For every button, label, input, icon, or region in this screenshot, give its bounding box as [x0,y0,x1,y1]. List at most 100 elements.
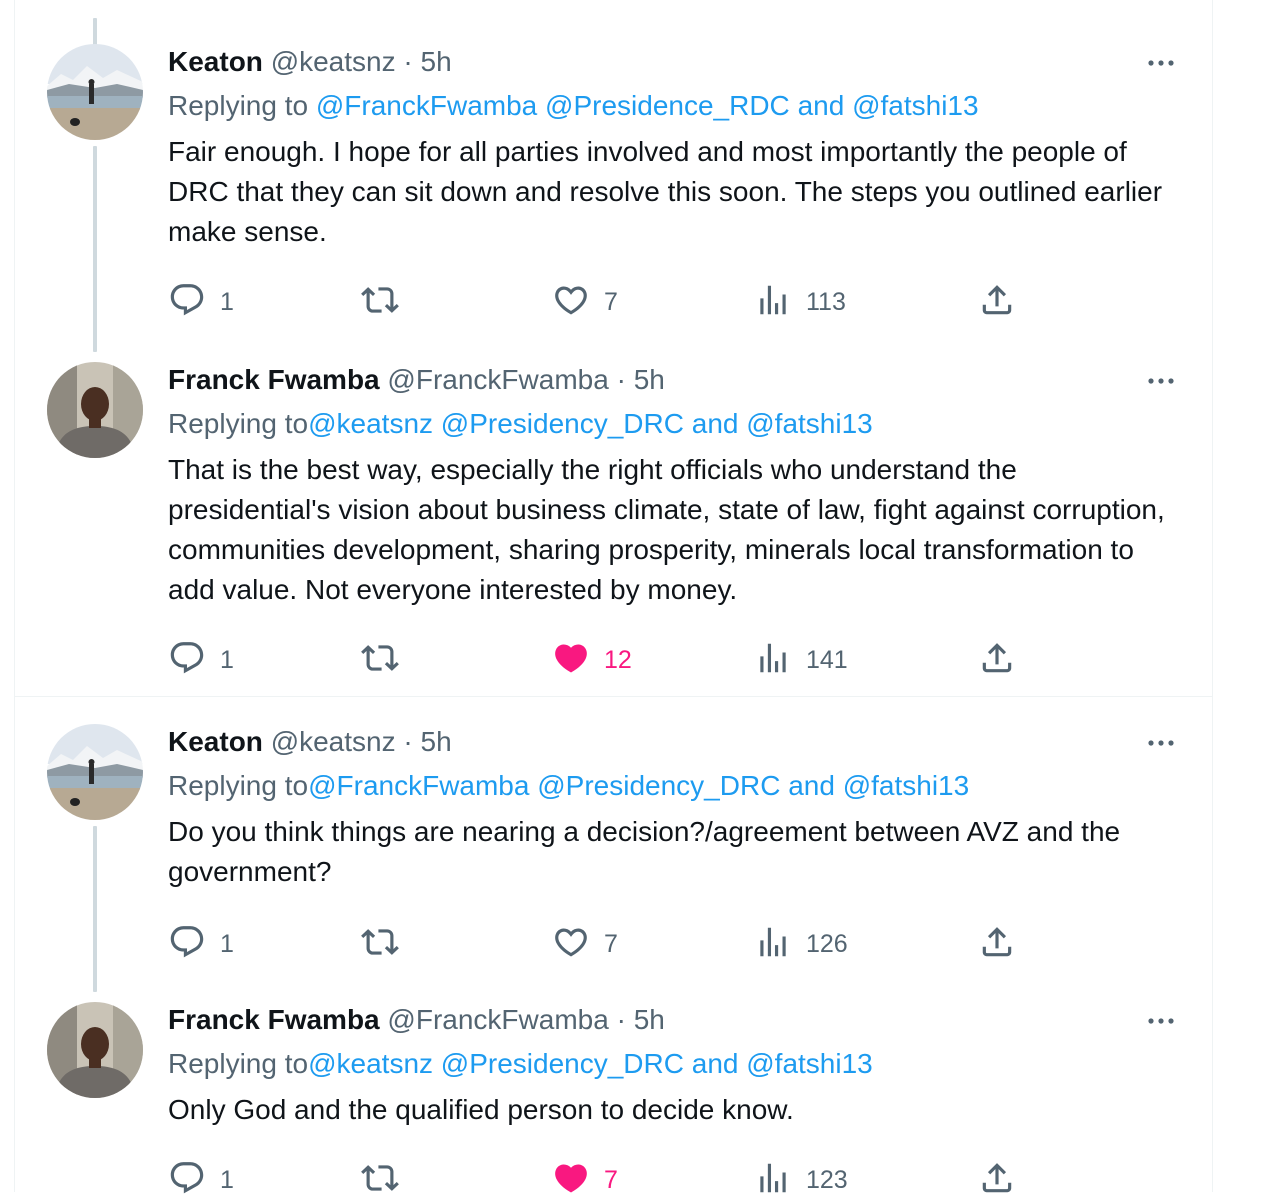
share-button[interactable] [978,924,1016,964]
mention-link[interactable]: @Presidency_DRC [441,408,684,439]
author-handle[interactable]: @FranckFwamba [387,364,608,395]
separator-dot: · [395,46,421,77]
tweet-text: Do you think things are nearing a decisi… [168,816,1121,887]
views-button[interactable]: 113 [754,282,846,322]
reply-count: 1 [220,287,234,316]
avatar[interactable] [47,1002,143,1098]
share-icon [978,281,1016,324]
author-handle[interactable]: @keatsnz [271,726,396,757]
separator-dot: · [395,726,421,757]
reply-button[interactable]: 1 [168,924,234,964]
action-bar: 1 7 126 [168,924,1048,964]
separator-dot: · [608,364,634,395]
like-count: 12 [604,645,632,674]
retweet-icon [361,281,399,324]
mention-link[interactable]: @fatshi13 [746,408,873,439]
reply-icon [168,1159,206,1202]
like-count: 7 [604,287,618,316]
replying-to: Replying to@keatsnz @Presidency_DRC and … [168,1046,873,1082]
more-icon[interactable] [1144,1004,1178,1038]
replying-label: Replying to [168,90,316,121]
avatar[interactable] [47,724,143,820]
share-button[interactable] [978,282,1016,322]
mention-link[interactable]: @fatshi13 [852,90,979,121]
author-name[interactable]: Franck Fwamba [168,1004,380,1035]
mention-link[interactable]: @FranckFwamba [308,770,529,801]
author-handle[interactable]: @FranckFwamba [387,1004,608,1035]
heart-icon [552,639,590,682]
timestamp[interactable]: 5h [421,46,452,77]
avatar[interactable] [47,44,143,140]
share-button[interactable] [978,640,1016,680]
more-icon[interactable] [1144,364,1178,398]
reply-button[interactable]: 1 [168,1160,234,1200]
retweet-button[interactable] [361,282,399,322]
tweet-header: Keaton @keatsnz · 5h [168,44,452,80]
retweet-icon [361,1159,399,1202]
like-button[interactable]: 7 [552,282,618,322]
reply-count: 1 [220,929,234,958]
replying-to: Replying to@FranckFwamba @Presidency_DRC… [168,768,969,804]
thread-line [93,146,97,352]
action-bar: 1 7 123 [168,1160,1048,1200]
mention-and[interactable]: and [692,1048,739,1079]
views-icon [754,639,792,682]
thread-line [93,826,97,992]
tweet-text: Fair enough. I hope for all parties invo… [168,136,1163,247]
replying-to: Replying to @FranckFwamba @Presidence_RD… [168,88,979,124]
action-bar: 1 12 141 [168,640,1048,680]
reply-count: 1 [220,1165,234,1194]
timestamp[interactable]: 5h [634,364,665,395]
views-icon [754,281,792,324]
views-button[interactable]: 123 [754,1160,848,1200]
retweet-button[interactable] [361,924,399,964]
views-count: 123 [806,1165,848,1194]
mention-link[interactable]: @keatsnz [308,1048,433,1079]
views-icon [754,1159,792,1202]
retweet-button[interactable] [361,1160,399,1200]
retweet-button[interactable] [361,640,399,680]
reply-button[interactable]: 1 [168,640,234,680]
mention-link[interactable]: @Presidency_DRC [441,1048,684,1079]
avatar[interactable] [47,362,143,458]
like-count: 7 [604,1165,618,1194]
reply-button[interactable]: 1 [168,282,234,322]
author-name[interactable]: Franck Fwamba [168,364,380,395]
mention-link[interactable]: @Presidency_DRC [537,770,780,801]
reply-icon [168,923,206,966]
share-button[interactable] [978,1160,1016,1200]
views-count: 141 [806,645,848,674]
mention-link[interactable]: @fatshi13 [843,770,970,801]
like-button[interactable]: 7 [552,1160,618,1200]
views-button[interactable]: 126 [754,924,848,964]
tweet-header: Franck Fwamba @FranckFwamba · 5h [168,362,665,398]
mention-link[interactable]: @Presidence_RDC [545,90,790,121]
mention-and[interactable]: and [692,408,739,439]
mention-and[interactable]: and [788,770,835,801]
replying-label: Replying to [168,1048,309,1079]
author-name[interactable]: Keaton [168,726,263,757]
mention-link[interactable]: @keatsnz [308,408,433,439]
mention-link[interactable]: @FranckFwamba [316,90,537,121]
tweet-header: Keaton @keatsnz · 5h [168,724,452,760]
like-button[interactable]: 12 [552,640,632,680]
author-name[interactable]: Keaton [168,46,263,77]
views-button[interactable]: 141 [754,640,848,680]
like-button[interactable]: 7 [552,924,618,964]
tweet-text: That is the best way, especially the rig… [168,454,1165,605]
author-handle[interactable]: @keatsnz [271,46,396,77]
timestamp[interactable]: 5h [634,1004,665,1035]
views-count: 113 [806,287,846,316]
mention-link[interactable]: @fatshi13 [746,1048,873,1079]
like-count: 7 [604,929,618,958]
replying-label: Replying to [168,770,309,801]
share-icon [978,1159,1016,1202]
more-icon[interactable] [1144,726,1178,760]
replying-label: Replying to [168,408,309,439]
mention-and[interactable]: and [798,90,845,121]
reply-count: 1 [220,645,234,674]
share-icon [978,923,1016,966]
views-count: 126 [806,929,848,958]
more-icon[interactable] [1144,46,1178,80]
timestamp[interactable]: 5h [421,726,452,757]
